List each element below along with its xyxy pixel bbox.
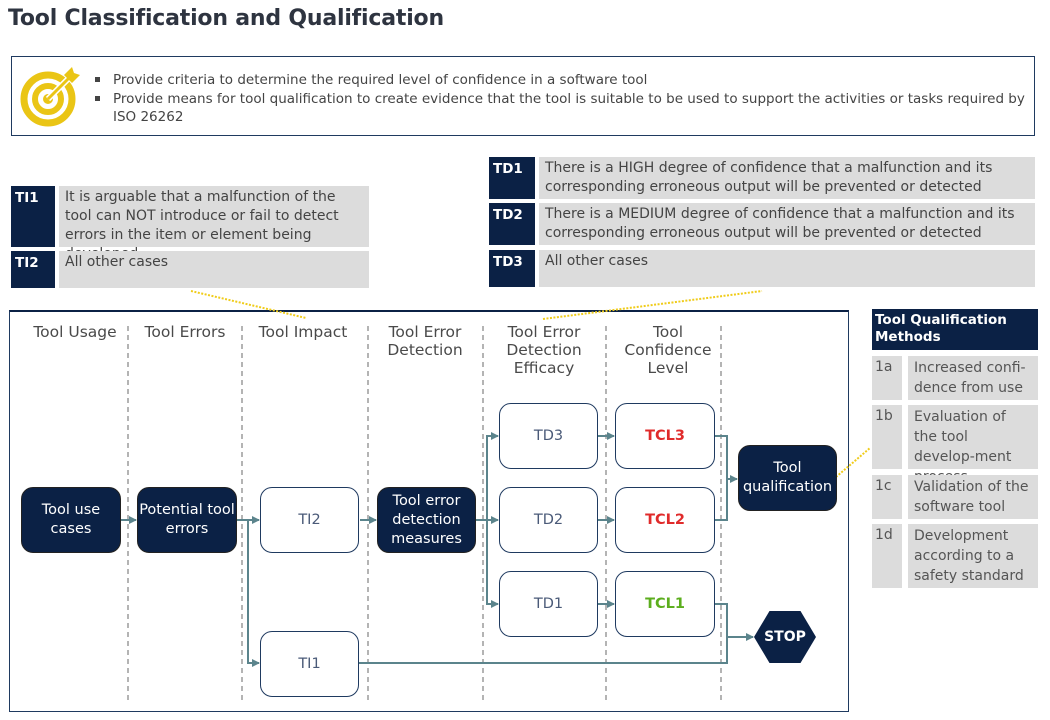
node-potential-tool-errors: Potential tool errors <box>137 487 237 553</box>
method-row-1a: 1a Increased confi-dence from use <box>872 356 1038 400</box>
column-header-tool-error-detection: Tool Error Detection <box>387 323 463 359</box>
column-header-tool-errors: Tool Errors <box>144 323 226 341</box>
node-ti2: TI2 <box>260 487 359 553</box>
column-header-detection-efficacy: Tool Error Detection Efficacy <box>506 323 582 377</box>
ti-connector <box>190 290 307 319</box>
method-text: Development according to a safety standa… <box>908 524 1038 588</box>
method-text: Increased confi-dence from use <box>908 356 1038 400</box>
td-connector <box>542 290 763 320</box>
qualification-methods-title: Tool Qualification Methods <box>872 309 1038 350</box>
arrow-measures-td3 <box>486 432 499 520</box>
arrow-measures-td1 <box>486 520 499 608</box>
node-tcl2: TCL2 <box>615 487 715 553</box>
method-row-1d: 1d Development according to a safety sta… <box>872 524 1038 588</box>
column-header-tool-usage: Tool Usage <box>33 323 117 341</box>
method-key: 1d <box>872 524 902 588</box>
node-tool-use-cases: Tool use cases <box>21 487 121 553</box>
method-key: 1b <box>872 405 902 469</box>
method-row-1c: 1c Validation of the software tool <box>872 475 1038 519</box>
method-text: Validation of the software tool <box>908 475 1038 519</box>
column-header-tool-impact: Tool Impact <box>258 323 348 341</box>
method-text: Evaluation of the tool develop-ment proc… <box>908 405 1038 485</box>
node-tcl1: TCL1 <box>615 571 715 637</box>
method-key: 1c <box>872 475 902 519</box>
qualification-connector <box>835 447 871 478</box>
arrow-ti1-stop <box>359 637 728 664</box>
arrow-errors-ti1 <box>247 520 260 667</box>
method-row-1b: 1b Evaluation of the tool develop-ment p… <box>872 405 1038 485</box>
node-td2: TD2 <box>499 487 598 553</box>
arrow-tcl3-qualification <box>715 435 738 483</box>
node-td3: TD3 <box>499 403 598 469</box>
node-tcl3: TCL3 <box>615 403 715 469</box>
method-key: 1a <box>872 356 902 400</box>
node-td1: TD1 <box>499 571 598 637</box>
column-header-confidence-level: Tool Confidence Level <box>624 323 712 377</box>
node-detection-measures: Tool error detection measures <box>377 487 476 553</box>
node-ti1: TI1 <box>260 631 359 697</box>
node-tool-qualification: Tool qualification <box>738 445 837 511</box>
